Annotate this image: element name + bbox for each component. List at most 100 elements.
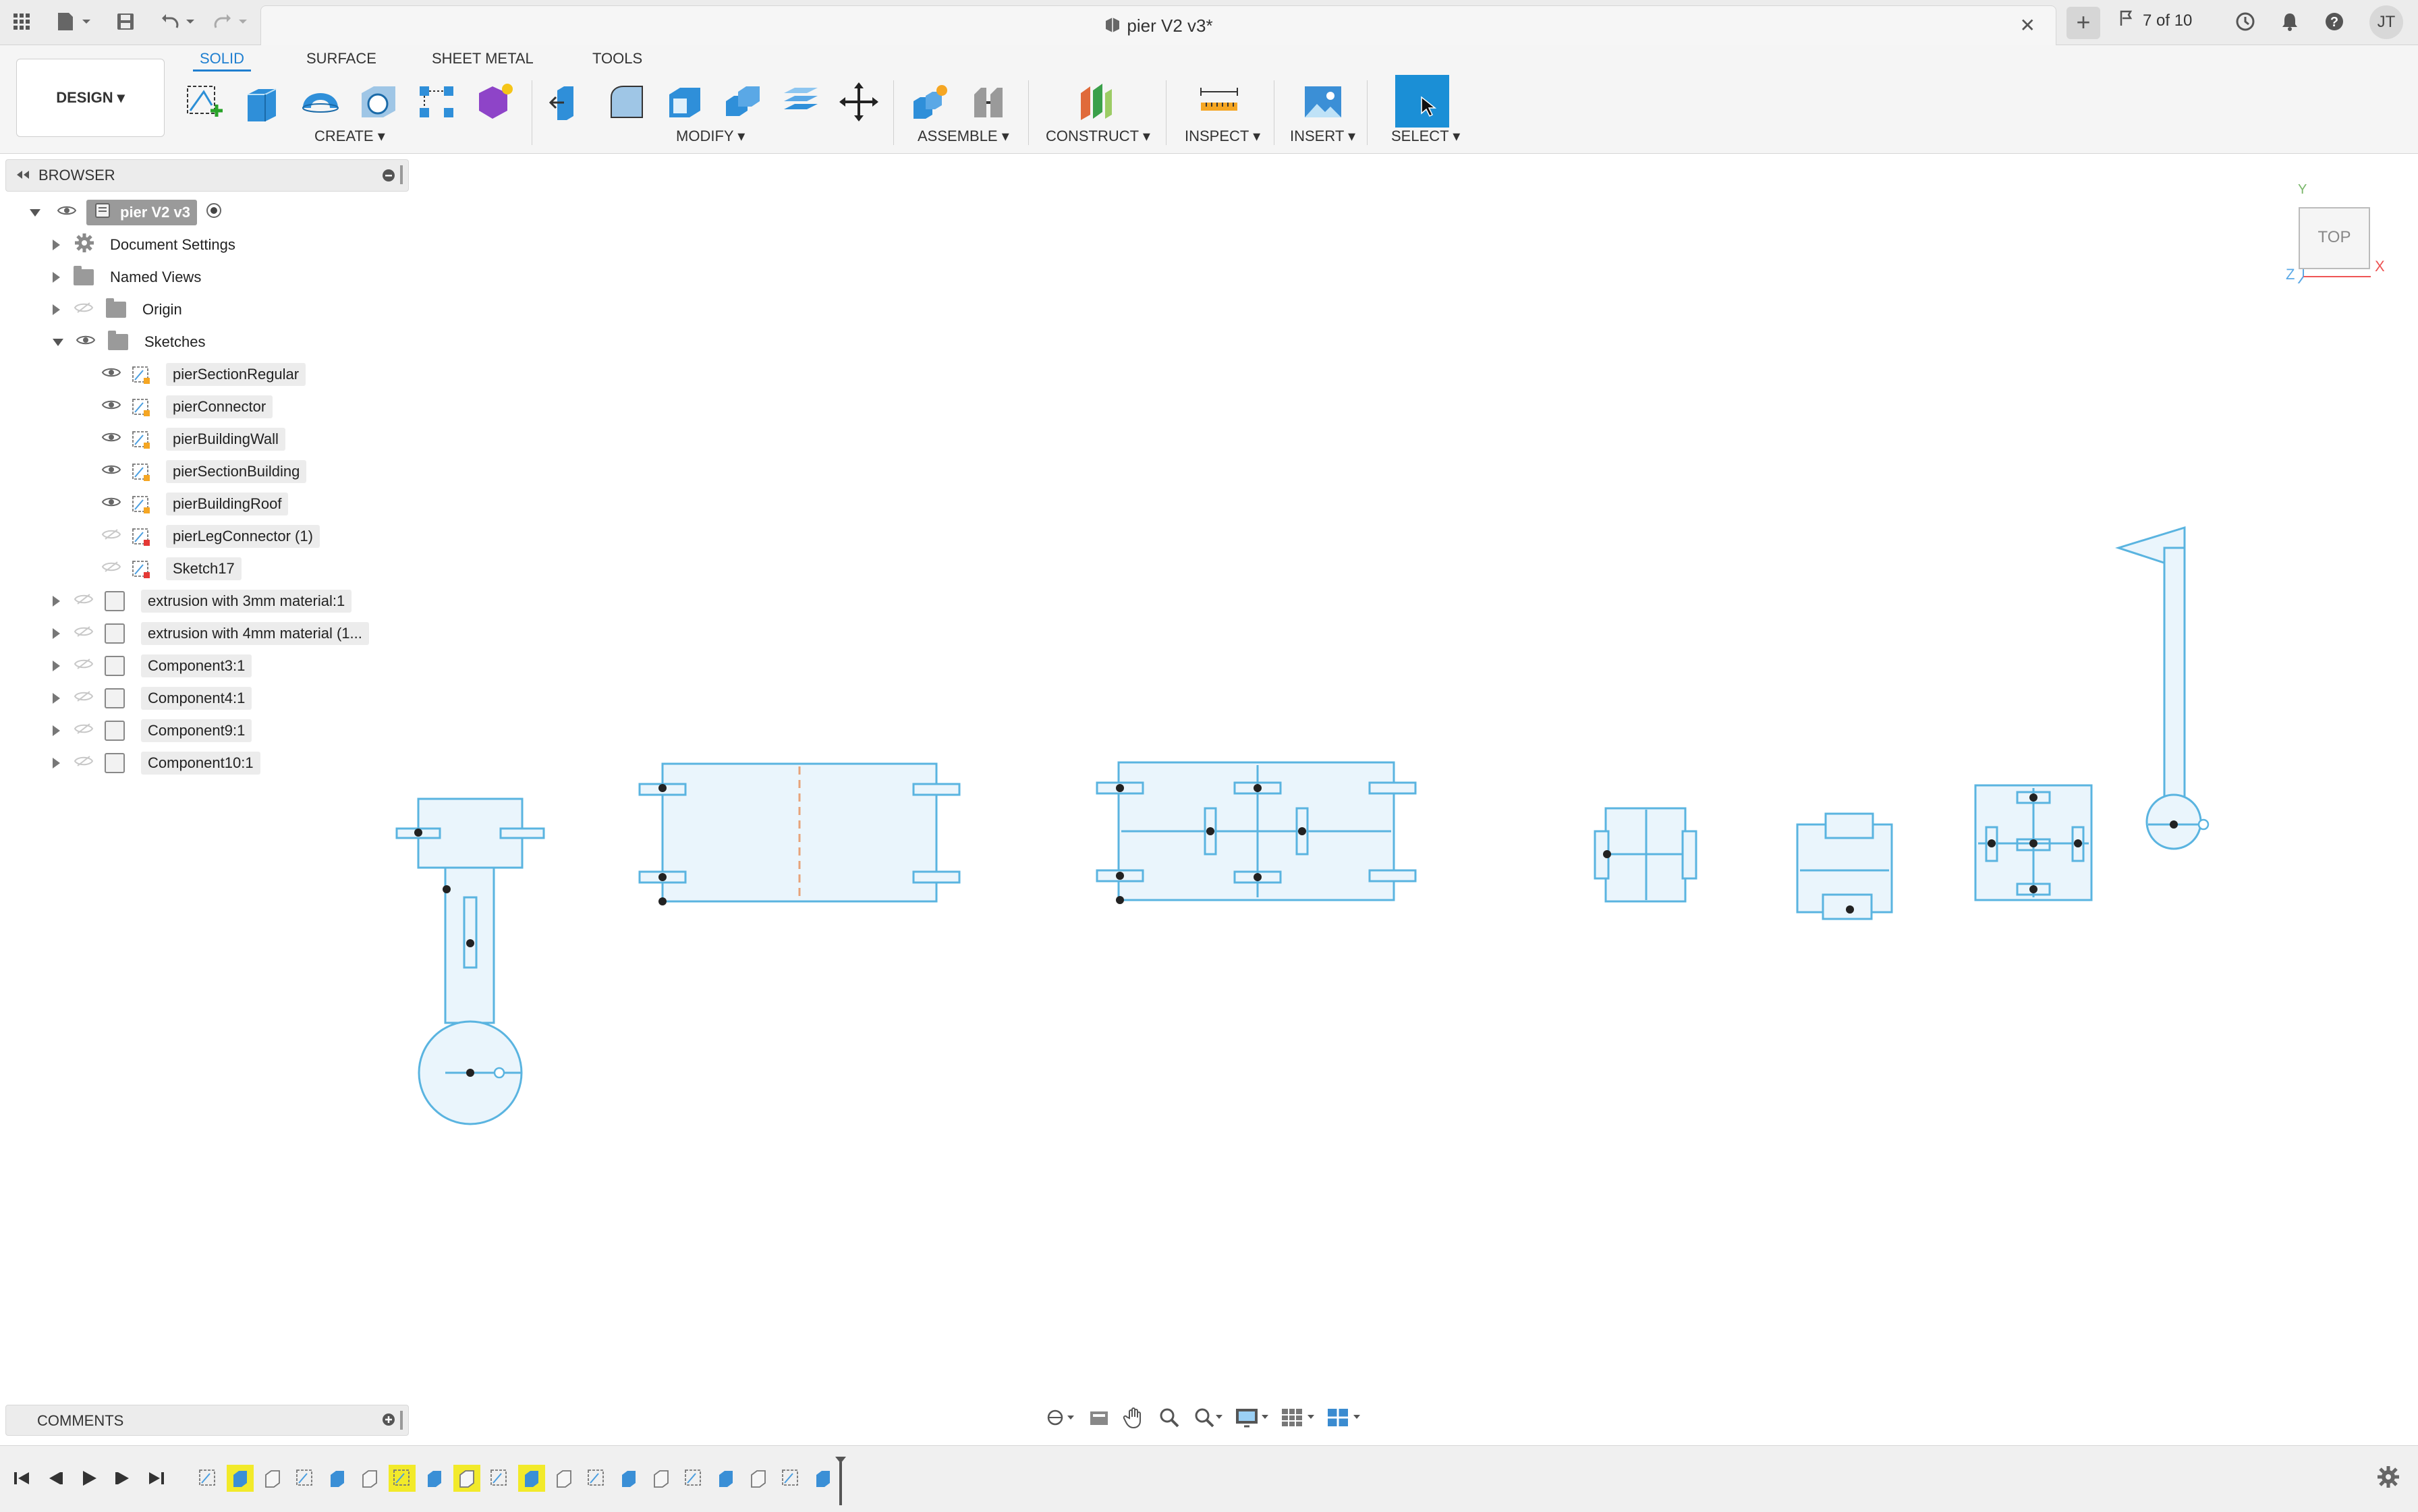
notification-bell-icon[interactable]: [2278, 8, 2302, 35]
tab-tools[interactable]: TOOLS: [586, 48, 649, 69]
timeline-marker[interactable]: [834, 1455, 847, 1510]
play-icon[interactable]: [77, 1466, 101, 1490]
workspace-label: DESIGN: [56, 89, 113, 106]
sketch-profile-pier-section[interactable]: [638, 762, 961, 903]
timeline-step-icon[interactable]: [518, 1465, 545, 1492]
assemble-menu[interactable]: ASSEMBLE ▾: [918, 128, 1009, 145]
tab-sheet-metal[interactable]: SHEET METAL: [425, 48, 540, 69]
timeline-step-icon[interactable]: [486, 1465, 513, 1492]
resize-handle[interactable]: [400, 1411, 403, 1430]
step-forward-icon[interactable]: [111, 1466, 135, 1490]
pattern-icon[interactable]: [413, 75, 460, 129]
inspect-menu[interactable]: INSPECT ▾: [1185, 128, 1260, 145]
select-menu[interactable]: SELECT ▾: [1391, 128, 1460, 145]
timeline-step-icon[interactable]: [389, 1465, 416, 1492]
look-at-icon[interactable]: [1088, 1407, 1110, 1431]
new-tab-button[interactable]: +: [2066, 7, 2100, 39]
version-indicator[interactable]: 7 of 10: [2118, 9, 2192, 32]
timeline-step-icon[interactable]: [291, 1465, 318, 1492]
grid-snaps-icon[interactable]: [1281, 1406, 1314, 1432]
design-canvas[interactable]: [0, 155, 2418, 1390]
insert-image-icon[interactable]: [1299, 75, 1347, 129]
timeline-step-icon[interactable]: [615, 1465, 642, 1492]
joint-icon[interactable]: [965, 75, 1012, 129]
modify-menu[interactable]: MODIFY ▾: [676, 128, 745, 145]
hole-icon[interactable]: [355, 75, 402, 129]
document-tab[interactable]: pier V2 v3* ✕: [260, 5, 2056, 45]
timeline-step-icon[interactable]: [227, 1465, 254, 1492]
title-bar: pier V2 v3* ✕ + 7 of 10 ? JT: [0, 0, 2418, 45]
redo-icon[interactable]: [210, 8, 254, 35]
timeline-step-icon[interactable]: [712, 1465, 739, 1492]
new-component-icon[interactable]: [907, 75, 954, 129]
workspace-switcher[interactable]: DESIGN ▾: [16, 59, 165, 137]
timeline-step-icon[interactable]: [583, 1465, 610, 1492]
undo-icon[interactable]: [158, 8, 201, 35]
timeline-step-icon[interactable]: [648, 1465, 675, 1492]
tab-solid[interactable]: SOLID: [193, 48, 252, 72]
timeline-step-icon[interactable]: [421, 1465, 448, 1492]
timeline-step-icon[interactable]: [745, 1465, 772, 1492]
timeline: [0, 1445, 2418, 1512]
offset-face-icon[interactable]: [777, 75, 824, 129]
construct-menu[interactable]: CONSTRUCT ▾: [1046, 128, 1150, 145]
comments-panel[interactable]: COMMENTS: [5, 1405, 409, 1436]
create-sketch-icon[interactable]: [181, 75, 228, 129]
close-icon[interactable]: ✕: [2020, 14, 2035, 36]
measure-icon[interactable]: [1196, 75, 1243, 129]
step-back-icon[interactable]: [43, 1466, 67, 1490]
file-icon[interactable]: [53, 8, 96, 35]
add-comment-icon[interactable]: [381, 1412, 396, 1430]
display-settings-icon[interactable]: [1235, 1406, 1268, 1432]
orbit-icon[interactable]: [1046, 1407, 1075, 1431]
sketch-profile-roof[interactable]: [1796, 812, 1893, 920]
ribbon-toolbar: DESIGN ▾ SOLID SURFACE SHEET METAL TOOLS…: [0, 45, 2418, 154]
timeline-step-icon[interactable]: [680, 1465, 707, 1492]
fillet-icon[interactable]: [603, 75, 650, 129]
offset-plane-icon[interactable]: [1073, 75, 1120, 129]
svg-text:?: ?: [2330, 15, 2338, 30]
modify-menu-label: MODIFY: [676, 128, 734, 144]
insert-menu[interactable]: INSERT ▾: [1290, 128, 1355, 145]
move-icon[interactable]: [835, 75, 882, 129]
timeline-step-icon[interactable]: [777, 1465, 804, 1492]
timeline-step-icon[interactable]: [810, 1465, 837, 1492]
avatar[interactable]: JT: [2369, 5, 2403, 39]
document-title: pier V2 v3*: [1127, 16, 1213, 36]
job-status-icon[interactable]: [2233, 8, 2257, 35]
plus-icon: +: [2076, 8, 2091, 36]
save-icon[interactable]: [113, 8, 138, 35]
zoom-icon[interactable]: [1158, 1406, 1181, 1432]
viewports-icon[interactable]: [1326, 1406, 1360, 1432]
timeline-step-icon[interactable]: [453, 1465, 480, 1492]
insert-menu-label: INSERT: [1290, 128, 1344, 144]
view-cube[interactable]: TOP Y X Z: [2286, 182, 2385, 287]
press-pull-icon[interactable]: [545, 75, 592, 129]
timeline-step-icon[interactable]: [194, 1465, 221, 1492]
timeline-step-icon[interactable]: [551, 1465, 578, 1492]
tab-surface[interactable]: SURFACE: [300, 48, 383, 69]
apps-grid-icon[interactable]: [9, 8, 34, 35]
revolve-icon[interactable]: [297, 75, 344, 129]
pan-icon[interactable]: [1123, 1406, 1146, 1432]
create-menu[interactable]: CREATE ▾: [314, 128, 385, 145]
view-cube-face[interactable]: TOP: [2299, 228, 2369, 247]
construct-menu-label: CONSTRUCT: [1046, 128, 1139, 144]
select-icon[interactable]: [1395, 75, 1449, 128]
inspect-menu-label: INSPECT: [1185, 128, 1249, 144]
shell-icon[interactable]: [661, 75, 708, 129]
sketch-profile-leg-connector[interactable]: [2115, 526, 2202, 850]
combine-icon[interactable]: [719, 75, 766, 129]
go-to-start-icon[interactable]: [9, 1466, 34, 1490]
timeline-step-icon[interactable]: [356, 1465, 383, 1492]
divider: [893, 80, 894, 145]
axis-y-label: Y: [2298, 182, 2307, 197]
zoom-window-icon[interactable]: [1193, 1406, 1222, 1432]
timeline-step-icon[interactable]: [324, 1465, 351, 1492]
extrude-icon[interactable]: [239, 75, 286, 129]
timeline-step-icon[interactable]: [259, 1465, 286, 1492]
timeline-settings-gear-icon[interactable]: [2376, 1465, 2400, 1492]
go-to-end-icon[interactable]: [144, 1466, 169, 1490]
create-form-icon[interactable]: [471, 75, 518, 129]
help-icon[interactable]: ?: [2322, 8, 2346, 35]
